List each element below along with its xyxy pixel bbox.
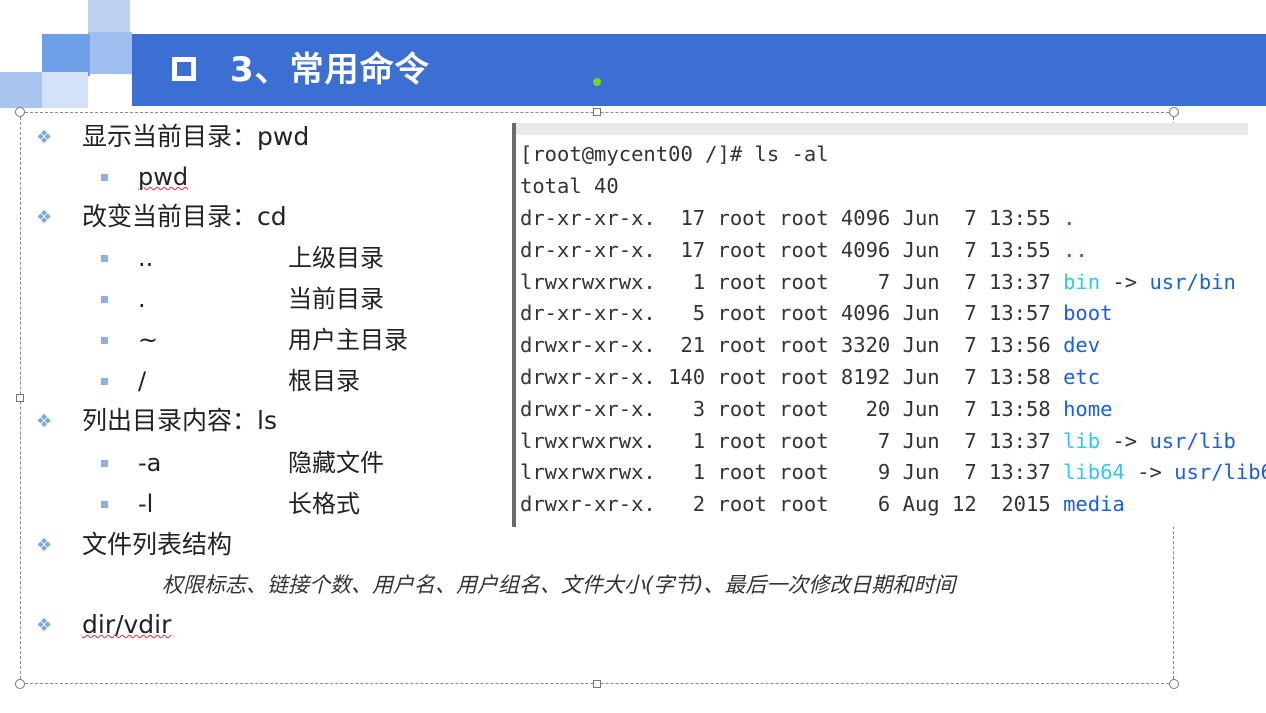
row-filename: lib64 — [1063, 460, 1125, 485]
terminal-row: drwxr-xr-x. 3 root root 20 Jun 7 13:58 h… — [520, 394, 1112, 426]
row-link-target: usr/lib — [1149, 428, 1236, 453]
decor-square — [88, 32, 132, 74]
terminal-prompt: [root@mycent00 /]# ls -al — [520, 142, 829, 166]
row-meta: drwxr-xr-x. 3 root root 20 Jun 7 13:58 — [520, 396, 1064, 421]
square-bullet-icon — [101, 501, 108, 508]
row-meta: drwxr-xr-x. 21 root root 3320 Jun 7 13:5… — [520, 333, 1064, 358]
ls-option-key: -a — [138, 449, 162, 477]
bullet-file-structure: 文件列表结构 — [82, 530, 233, 559]
square-bullet-icon — [101, 174, 108, 181]
title-square-icon — [172, 57, 196, 81]
file-structure-note: 权限标志、链接个数、用户名、用户组名、文件大小(字节)、最后一次修改日期和时间 — [162, 573, 956, 597]
sub-pwd: pwd — [138, 163, 189, 191]
row-filename: . — [1063, 206, 1076, 230]
resize-handle[interactable] — [15, 107, 25, 117]
row-meta: drwxr-xr-x. 140 root root 8192 Jun 7 13:… — [520, 365, 1064, 389]
row-link-arrow: -> — [1100, 428, 1150, 453]
terminal-row: lrwxrwxrwx. 1 root root 9 Jun 7 13:37 li… — [520, 457, 1266, 489]
row-meta: dr-xr-xr-x. 17 root root 4096 Jun 7 13:5… — [520, 206, 1064, 230]
terminal-row: drwxr-xr-x. 2 root root 6 Aug 12 2015 me… — [520, 489, 1125, 521]
cd-option-key: ~ — [138, 326, 159, 354]
cd-option-desc: 用户主目录 — [288, 326, 408, 354]
cd-option-key: .. — [138, 244, 154, 272]
bullet-cd: 改变当前目录：cd — [82, 202, 287, 231]
row-filename: .. — [1063, 237, 1088, 262]
decor-square — [88, 0, 130, 32]
cd-option-desc: 当前目录 — [288, 285, 384, 313]
resize-handle[interactable] — [15, 679, 25, 689]
row-link-arrow: -> — [1124, 460, 1175, 485]
row-meta: drwxr-xr-x. 2 root root 6 Aug 12 2015 — [520, 492, 1064, 517]
cd-option-key: . — [138, 285, 146, 313]
ls-option-key: -l — [138, 490, 154, 518]
terminal-top-strip — [516, 123, 1248, 135]
terminal-row: dr-xr-xr-x. 17 root root 4096 Jun 7 13:5… — [520, 235, 1088, 267]
row-filename: media — [1063, 492, 1125, 517]
diamond-bullet-icon: ❖ — [36, 207, 53, 228]
rotation-handle[interactable] — [593, 78, 601, 86]
square-bullet-icon — [101, 296, 108, 303]
slide-title: 3、常用命令 — [230, 50, 430, 90]
ls-option-desc: 长格式 — [288, 490, 360, 518]
row-filename: home — [1063, 396, 1113, 421]
terminal-row: dr-xr-xr-x. 5 root root 4096 Jun 7 13:57… — [520, 298, 1112, 330]
decor-square — [42, 34, 90, 76]
terminal-row: lrwxrwxrwx. 1 root root 7 Jun 7 13:37 li… — [520, 426, 1236, 458]
resize-handle[interactable] — [16, 394, 24, 402]
resize-handle[interactable] — [1169, 107, 1179, 117]
bullet-pwd: 显示当前目录：pwd — [82, 122, 310, 151]
terminal-row: dr-xr-xr-x. 17 root root 4096 Jun 7 13:5… — [520, 203, 1075, 235]
square-bullet-icon — [101, 460, 108, 467]
decor-square — [42, 72, 88, 108]
decor-square — [0, 72, 44, 108]
diamond-bullet-icon: ❖ — [36, 535, 53, 556]
diamond-bullet-icon: ❖ — [36, 411, 53, 432]
row-link-target: usr/lib64 — [1174, 460, 1266, 485]
resize-handle[interactable] — [1169, 679, 1179, 689]
row-filename: bin — [1063, 269, 1101, 294]
terminal-row: drwxr-xr-x. 21 root root 3320 Jun 7 13:5… — [520, 330, 1100, 362]
resize-handle[interactable] — [593, 108, 601, 116]
cd-option-desc: 根目录 — [288, 367, 360, 395]
square-bullet-icon — [101, 337, 108, 344]
diamond-bullet-icon: ❖ — [36, 615, 53, 636]
square-bullet-icon — [101, 255, 108, 262]
terminal-total: total 40 — [520, 174, 619, 198]
row-meta: dr-xr-xr-x. 17 root root 4096 Jun 7 13:5… — [520, 237, 1064, 262]
row-filename: boot — [1063, 301, 1113, 326]
row-meta: lrwxrwxrwx. 1 root root 9 Jun 7 13:37 — [520, 460, 1064, 485]
row-filename: lib — [1063, 428, 1101, 453]
terminal-row: lrwxrwxrwx. 1 root root 7 Jun 7 13:37 bi… — [520, 267, 1236, 299]
cd-option-key: / — [138, 367, 147, 395]
bullet-ls: 列出目录内容：ls — [82, 406, 277, 435]
row-link-target: usr/bin — [1149, 269, 1236, 294]
diamond-bullet-icon: ❖ — [36, 127, 53, 148]
row-meta: lrwxrwxrwx. 1 root root 7 Jun 7 13:37 — [520, 428, 1064, 453]
resize-handle[interactable] — [593, 680, 601, 688]
row-meta: dr-xr-xr-x. 5 root root 4096 Jun 7 13:57 — [520, 301, 1064, 326]
terminal-left-border — [512, 123, 516, 527]
bullet-dir-vdir: dir/vdir — [82, 610, 172, 639]
cd-option-desc: 上级目录 — [288, 244, 384, 272]
row-filename: dev — [1063, 333, 1101, 358]
square-bullet-icon — [101, 378, 108, 385]
row-filename: etc — [1063, 365, 1101, 389]
ls-option-desc: 隐藏文件 — [288, 449, 384, 477]
row-link-arrow: -> — [1100, 269, 1150, 294]
row-meta: lrwxrwxrwx. 1 root root 7 Jun 7 13:37 — [520, 269, 1064, 294]
terminal-row: drwxr-xr-x. 140 root root 8192 Jun 7 13:… — [520, 362, 1100, 394]
